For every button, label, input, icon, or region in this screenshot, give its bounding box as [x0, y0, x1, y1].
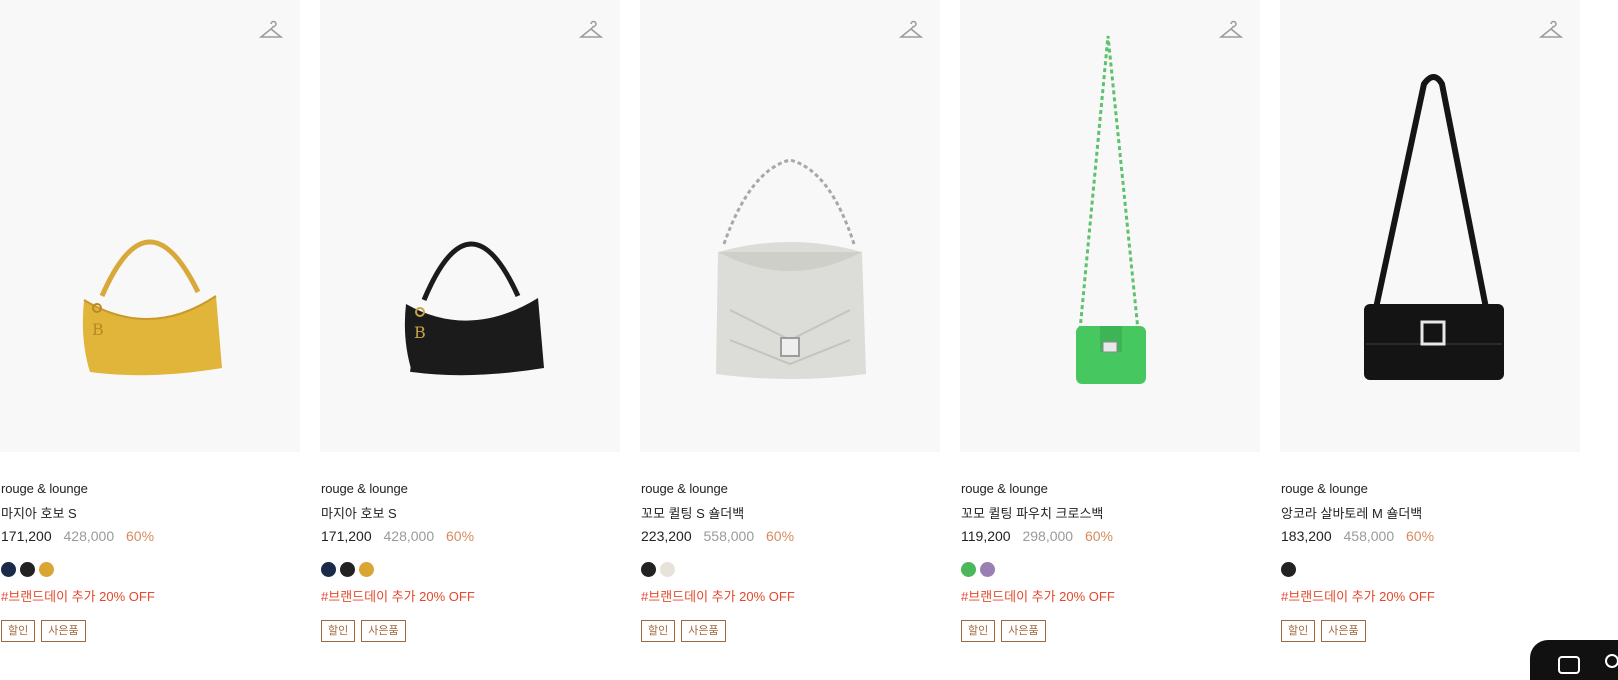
price-row: 183,200 458,000 60%: [1281, 528, 1434, 544]
color-swatches: [1281, 562, 1296, 577]
product-name[interactable]: 앙코라 살바토레 M 숄더백: [1281, 503, 1422, 522]
tag-list: 할인 사은품: [1, 620, 86, 642]
color-swatch-black[interactable]: [641, 562, 656, 577]
sale-price: 223,200: [641, 528, 692, 544]
tag-gift: 사은품: [1321, 620, 1366, 642]
hanger-icon[interactable]: [579, 18, 603, 42]
promo-text: #브랜드데이 추가 20% OFF: [641, 589, 795, 604]
color-swatch-yellow[interactable]: [359, 562, 374, 577]
promo-text: #브랜드데이 추가 20% OFF: [321, 589, 475, 604]
sale-price: 119,200: [961, 528, 1011, 544]
tag-discount: 할인: [321, 620, 356, 642]
hanger-icon[interactable]: [259, 18, 283, 42]
brand-name[interactable]: rouge & lounge: [1281, 481, 1368, 496]
discount-rate: 60%: [1084, 528, 1113, 544]
tag-discount: 할인: [1281, 620, 1316, 642]
product-image[interactable]: [960, 0, 1260, 452]
original-price: 428,000: [383, 528, 435, 544]
price-row: 119,200 298,000 60%: [961, 528, 1113, 544]
original-price: 458,000: [1343, 528, 1395, 544]
product-grid: B rouge & lounge 마지아 호보 S 171,200 428,00…: [0, 0, 1618, 666]
product-image[interactable]: [640, 0, 940, 452]
svg-text:B: B: [92, 320, 104, 339]
brand-name[interactable]: rouge & lounge: [321, 481, 408, 496]
color-swatch-purple[interactable]: [980, 562, 995, 577]
tag-discount: 할인: [641, 620, 676, 642]
product-name[interactable]: 꼬모 퀼팅 S 숄더백: [641, 503, 744, 522]
color-swatch-ivory[interactable]: [660, 562, 675, 577]
hanger-icon[interactable]: [1219, 18, 1243, 42]
floating-chat-button[interactable]: [1530, 640, 1618, 680]
sale-price: 171,200: [1, 528, 52, 544]
tag-gift: 사은품: [1001, 620, 1046, 642]
product-image[interactable]: B: [320, 0, 620, 452]
tag-list: 할인 사은품: [961, 620, 1046, 642]
color-swatch-yellow[interactable]: [39, 562, 54, 577]
color-swatches: [1, 562, 54, 577]
color-swatches: [641, 562, 675, 577]
color-swatch-navy[interactable]: [321, 562, 336, 577]
original-price: 298,000: [1022, 528, 1074, 544]
tag-discount: 할인: [961, 620, 996, 642]
discount-rate: 60%: [126, 528, 155, 544]
tag-gift: 사은품: [361, 620, 406, 642]
color-swatch-black[interactable]: [20, 562, 35, 577]
promo-text: #브랜드데이 추가 20% OFF: [1, 589, 155, 604]
tag-list: 할인 사은품: [1281, 620, 1366, 642]
tag-list: 할인 사은품: [641, 620, 726, 642]
product-photo-black-shoulder-bag: [1364, 74, 1504, 380]
product-photo-hobo-yellow: B: [82, 239, 222, 376]
color-swatch-black[interactable]: [340, 562, 355, 577]
color-swatch-green[interactable]: [961, 562, 976, 577]
discount-rate: 60%: [766, 528, 795, 544]
svg-text:B: B: [414, 323, 426, 342]
product-name[interactable]: 마지아 호보 S: [321, 503, 397, 522]
promo-text: #브랜드데이 추가 20% OFF: [1281, 589, 1435, 604]
color-swatch-black[interactable]: [1281, 562, 1296, 577]
discount-rate: 60%: [1406, 528, 1435, 544]
product-name[interactable]: 마지아 호보 S: [1, 503, 77, 522]
product-photo-quilted-shoulder-bag: [716, 158, 866, 379]
product-photo-green-pouch-crossbody: [1076, 35, 1146, 384]
original-price: 428,000: [63, 528, 115, 544]
tag-discount: 할인: [1, 620, 36, 642]
sale-price: 171,200: [321, 528, 372, 544]
brand-name[interactable]: rouge & lounge: [961, 481, 1048, 496]
brand-name[interactable]: rouge & lounge: [641, 481, 728, 496]
discount-rate: 60%: [446, 528, 475, 544]
tag-list: 할인 사은품: [321, 620, 406, 642]
price-row: 171,200 428,000 60%: [321, 528, 474, 544]
product-image[interactable]: [1280, 0, 1580, 452]
product-name[interactable]: 꼬모 퀼팅 파우치 크로스백: [961, 503, 1103, 522]
product-image[interactable]: B: [0, 0, 300, 452]
hanger-icon[interactable]: [899, 18, 923, 42]
price-row: 223,200 558,000 60%: [641, 528, 794, 544]
price-row: 171,200 428,000 60%: [1, 528, 154, 544]
sale-price: 183,200: [1281, 528, 1332, 544]
original-price: 558,000: [703, 528, 755, 544]
product-photo-hobo-black: B: [404, 241, 544, 376]
hanger-icon[interactable]: [1539, 18, 1563, 42]
tag-gift: 사은품: [41, 620, 86, 642]
color-swatches: [961, 562, 995, 577]
chat-icon: [1558, 656, 1580, 674]
promo-text: #브랜드데이 추가 20% OFF: [961, 589, 1115, 604]
color-swatches: [321, 562, 374, 577]
tag-gift: 사은품: [681, 620, 726, 642]
brand-name[interactable]: rouge & lounge: [1, 481, 88, 496]
color-swatch-navy[interactable]: [1, 562, 16, 577]
